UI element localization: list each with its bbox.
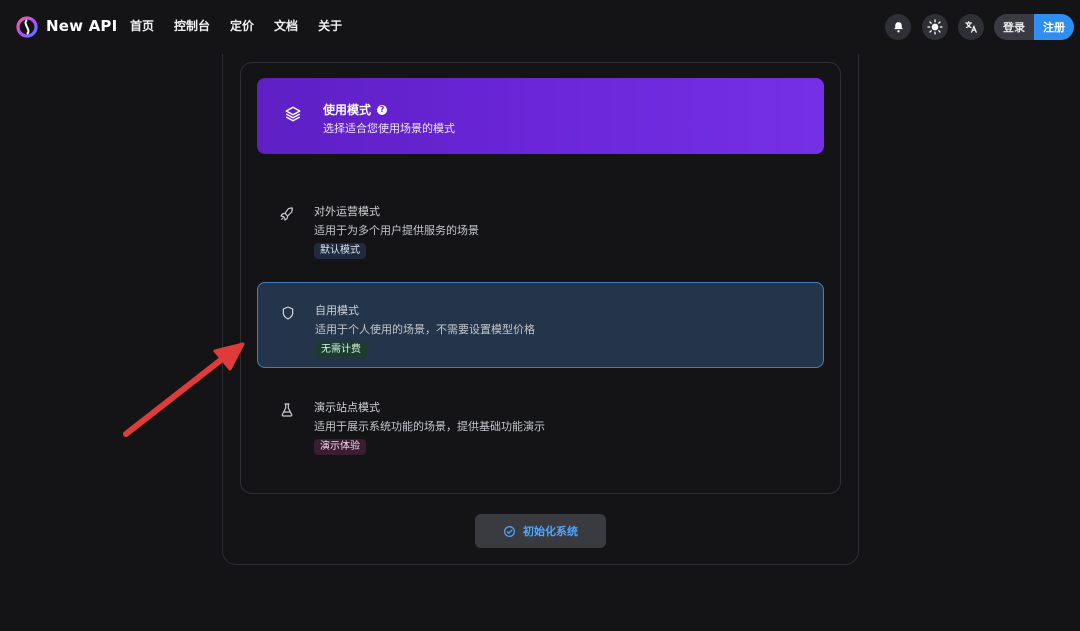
theme-toggle-button[interactable] [922,14,948,40]
translate-icon [965,21,977,33]
option-description: 适用于个人使用的场景，不需要设置模型价格 [315,323,535,336]
auth-buttons: 登录 注册 [994,14,1074,40]
nav-home[interactable]: 首页 [130,18,154,34]
option-title: 对外运营模式 [314,205,380,218]
nav-console[interactable]: 控制台 [174,18,210,34]
nav-about[interactable]: 关于 [318,18,342,34]
logo-icon[interactable] [16,16,38,38]
option-demo-site[interactable]: 演示站点模式 适用于展示系统功能的场景，提供基础功能演示 演示体验 [257,380,824,466]
shield-icon [280,305,296,321]
brand-name[interactable]: New API [46,17,117,35]
usage-mode-title-text: 使用模式 [323,103,372,117]
help-icon[interactable]: ? [377,104,388,115]
nav-docs[interactable]: 文档 [274,18,298,34]
top-navbar: New API 首页 控制台 定价 文档 关于 登录 注册 [0,0,1080,54]
rocket-icon [279,206,295,222]
sun-icon [927,19,943,35]
option-tag: 默认模式 [314,243,366,259]
option-self-use[interactable]: 自用模式 适用于个人使用的场景，不需要设置模型价格 无需计费 [257,282,824,368]
register-button[interactable]: 注册 [1034,14,1074,40]
option-description: 适用于为多个用户提供服务的场景 [314,224,479,237]
nav-pricing[interactable]: 定价 [230,18,254,34]
usage-mode-title: 使用模式 ? [323,101,388,118]
option-external-operation[interactable]: 对外运营模式 适用于为多个用户提供服务的场景 默认模式 [257,184,824,270]
usage-mode-subtitle: 选择适合您使用场景的模式 [323,122,455,135]
language-button[interactable] [958,14,984,40]
login-button[interactable]: 登录 [994,14,1034,40]
flask-icon [279,402,295,418]
option-title: 自用模式 [315,304,359,317]
initialize-system-label: 初始化系统 [523,525,578,538]
option-description: 适用于展示系统功能的场景，提供基础功能演示 [314,420,545,433]
initialize-system-button[interactable]: 初始化系统 [475,514,606,548]
option-tag: 演示体验 [314,439,366,455]
option-tag: 无需计费 [315,342,367,358]
main-nav: 首页 控制台 定价 文档 关于 [130,18,362,34]
option-title: 演示站点模式 [314,401,380,414]
check-circle-icon [504,525,515,537]
notification-button[interactable] [885,14,911,40]
layers-icon [284,105,302,127]
bell-icon [893,21,903,32]
usage-mode-header: 使用模式 ? 选择适合您使用场景的模式 [257,78,824,154]
